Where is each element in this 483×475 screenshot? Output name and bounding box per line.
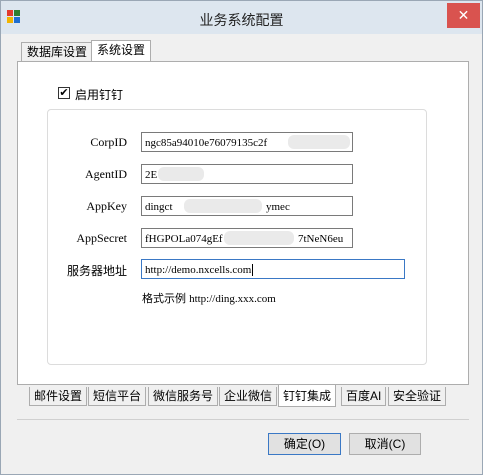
- config-dialog: 业务系统配置 ✕ 数据库设置 系统设置 ✔ 启用钉钉 CorpID ngc85a…: [0, 0, 483, 475]
- appkey-field[interactable]: dingct ymec: [141, 196, 353, 216]
- appsecret-value-tail: 7tNeN6eu: [298, 233, 344, 245]
- appsecret-label: AppSecret: [76, 231, 127, 245]
- title-bar[interactable]: 业务系统配置 ✕: [1, 1, 482, 34]
- format-hint-example: http://ding.xxx.com: [189, 293, 276, 305]
- appkey-value-tail: ymec: [266, 201, 290, 213]
- tab-baidu-ai[interactable]: 百度AI: [341, 387, 387, 406]
- appsecret-value: fHGPOLa074gEf: [145, 233, 223, 245]
- enable-dingtalk-label: 启用钉钉: [75, 88, 124, 102]
- tab-label: 百度AI: [346, 389, 382, 403]
- close-icon: ✕: [457, 7, 470, 23]
- redaction-blur: [288, 135, 350, 149]
- corpid-value: ngc85a94010e76079135c2f: [145, 137, 268, 149]
- corpid-label: CorpID: [90, 135, 127, 149]
- server-address-value: http://demo.nxcells.com: [145, 264, 252, 276]
- tab-security-verification[interactable]: 安全验证: [388, 387, 447, 406]
- redaction-blur: [224, 231, 294, 245]
- redaction-blur: [158, 167, 204, 181]
- server-address-label: 服务器地址: [66, 264, 127, 278]
- format-hint-prefix: 格式示例: [142, 293, 186, 305]
- enable-dingtalk-checkbox[interactable]: ✔: [58, 87, 70, 99]
- tab-label: 短信平台: [93, 389, 142, 403]
- divider: [17, 419, 469, 420]
- tab-wechat-service[interactable]: 微信服务号: [148, 387, 219, 406]
- tab-label: 微信服务号: [153, 389, 214, 403]
- tab-label: 安全验证: [393, 389, 442, 403]
- corpid-field[interactable]: ngc85a94010e76079135c2f: [141, 132, 353, 152]
- tab-label: 系统设置: [97, 43, 146, 57]
- appkey-value: dingct: [145, 201, 173, 213]
- format-hint: 格式示例 http://ding.xxx.com: [142, 290, 276, 306]
- appkey-label: AppKey: [86, 199, 127, 213]
- appsecret-field[interactable]: fHGPOLa074gEf 7tNeN6eu: [141, 228, 353, 248]
- redaction-blur: [184, 199, 262, 213]
- close-button[interactable]: ✕: [447, 3, 480, 28]
- ok-button[interactable]: 确定(O): [268, 433, 341, 455]
- tab-email-settings[interactable]: 邮件设置: [29, 387, 88, 406]
- tab-sms-platform[interactable]: 短信平台: [88, 387, 147, 406]
- text-caret: [252, 264, 254, 277]
- cancel-button[interactable]: 取消(C): [349, 433, 421, 455]
- check-icon: ✔: [59, 87, 69, 99]
- tab-system-settings[interactable]: 系统设置: [91, 40, 152, 61]
- tab-dingtalk-integration[interactable]: 钉钉集成: [278, 385, 337, 407]
- tab-label: 钉钉集成: [283, 389, 332, 403]
- tab-database-settings[interactable]: 数据库设置: [21, 42, 94, 61]
- agentid-field[interactable]: 2E: [141, 164, 353, 184]
- tab-label: 企业微信: [224, 389, 273, 403]
- agentid-label: AgentID: [85, 167, 127, 181]
- agentid-value: 2E: [145, 169, 158, 181]
- server-address-field[interactable]: http://demo.nxcells.com: [141, 259, 405, 279]
- tab-label: 数据库设置: [27, 45, 88, 59]
- tab-label: 邮件设置: [34, 389, 83, 403]
- tab-wecom[interactable]: 企业微信: [219, 387, 278, 406]
- window-title: 业务系统配置: [199, 12, 284, 28]
